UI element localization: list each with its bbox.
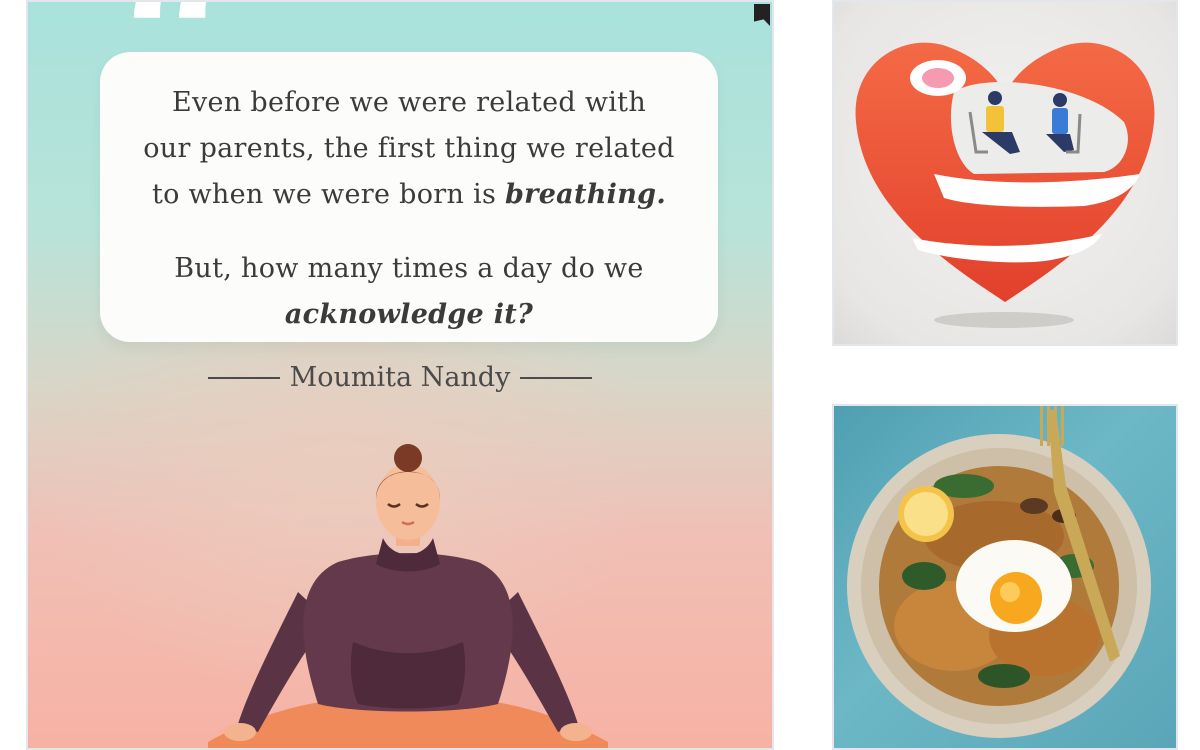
- quote-card[interactable]: “ Even before we were related with our p…: [26, 0, 774, 750]
- quote-line: But, how many times a day do we: [174, 253, 644, 284]
- quote-line: our parents, the first thing we related: [143, 133, 675, 164]
- pasta-bowl-image[interactable]: [832, 404, 1178, 750]
- heart-therapy-image[interactable]: [832, 0, 1178, 346]
- quote-bubble: Even before we were related with our par…: [100, 52, 718, 342]
- meditating-woman-illustration: [208, 444, 608, 748]
- pasta-bowl-photo: [847, 406, 1151, 738]
- author-name: Moumita Nandy: [289, 362, 511, 393]
- quote-emphasis: breathing.: [505, 179, 667, 210]
- quote-text: to when we were born is: [151, 179, 505, 210]
- quote-line: Even before we were related with: [171, 87, 647, 118]
- author-rule-right: [520, 376, 593, 379]
- heart-hug-illustration: [855, 42, 1155, 328]
- author-rule-left: [207, 376, 280, 379]
- quote-line: to when we were born is breathing.: [112, 172, 706, 218]
- quote-emphasis: acknowledge it?: [284, 299, 534, 330]
- quote-author: Moumita Nandy: [28, 362, 772, 393]
